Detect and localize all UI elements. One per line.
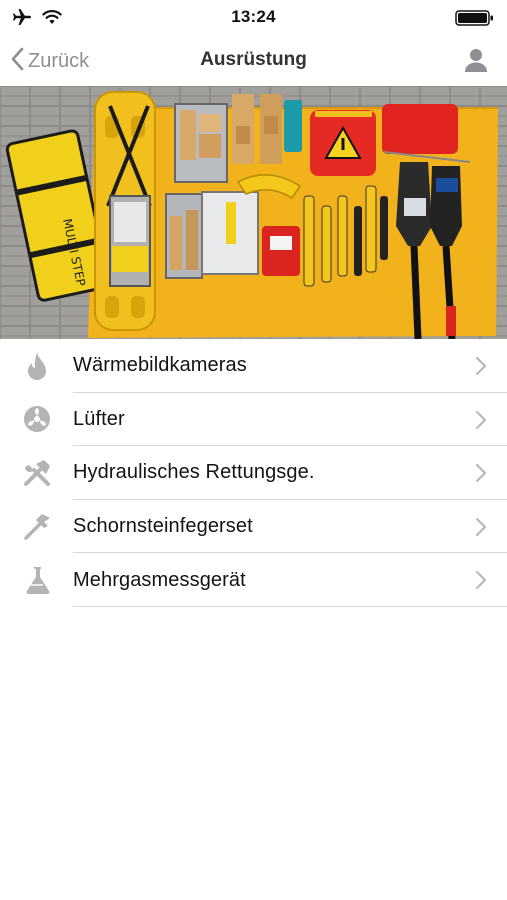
chevron-right-icon xyxy=(475,410,487,435)
equipment-list: Wärmebildkameras Lüfter Hydraulisches Re… xyxy=(0,339,507,607)
status-time: 13:24 xyxy=(231,7,276,26)
battery-icon xyxy=(455,9,495,32)
list-item-label: Hydraulisches Rettungsge. xyxy=(73,461,315,484)
flame-icon xyxy=(20,349,54,383)
list-item-schornsteinfegerset[interactable]: Schornsteinfegerset xyxy=(0,500,507,554)
profile-button[interactable] xyxy=(463,47,489,78)
list-item-label: Mehrgasmessgerät xyxy=(73,568,246,591)
list-item-label: Wärmebildkameras xyxy=(73,354,247,377)
chevron-right-icon xyxy=(475,570,487,595)
list-item-luefter[interactable]: Lüfter xyxy=(0,393,507,447)
chevron-right-icon xyxy=(475,463,487,488)
fan-icon xyxy=(20,402,54,436)
list-item-hydraulisches-rettungsgeraet[interactable]: Hydraulisches Rettungsge. xyxy=(0,446,507,500)
equipment-photo: MULTI STEP xyxy=(0,86,507,339)
separator xyxy=(73,605,507,607)
status-bar: 13:24 xyxy=(0,0,507,36)
list-item-waermebildkameras[interactable]: Wärmebildkameras xyxy=(0,339,507,393)
page-title: Ausrüstung xyxy=(200,49,307,70)
chevron-right-icon xyxy=(475,356,487,381)
flask-icon xyxy=(20,563,54,597)
navigation-bar: Zurück Ausrüstung xyxy=(0,36,507,86)
list-item-mehrgasmessgeraet[interactable]: Mehrgasmessgerät xyxy=(0,553,507,607)
chevron-right-icon xyxy=(475,517,487,542)
person-icon xyxy=(463,49,489,77)
hammer-icon xyxy=(20,510,54,544)
tools-icon xyxy=(20,456,54,490)
list-item-label: Lüfter xyxy=(73,407,125,430)
list-item-label: Schornsteinfegerset xyxy=(73,515,253,538)
